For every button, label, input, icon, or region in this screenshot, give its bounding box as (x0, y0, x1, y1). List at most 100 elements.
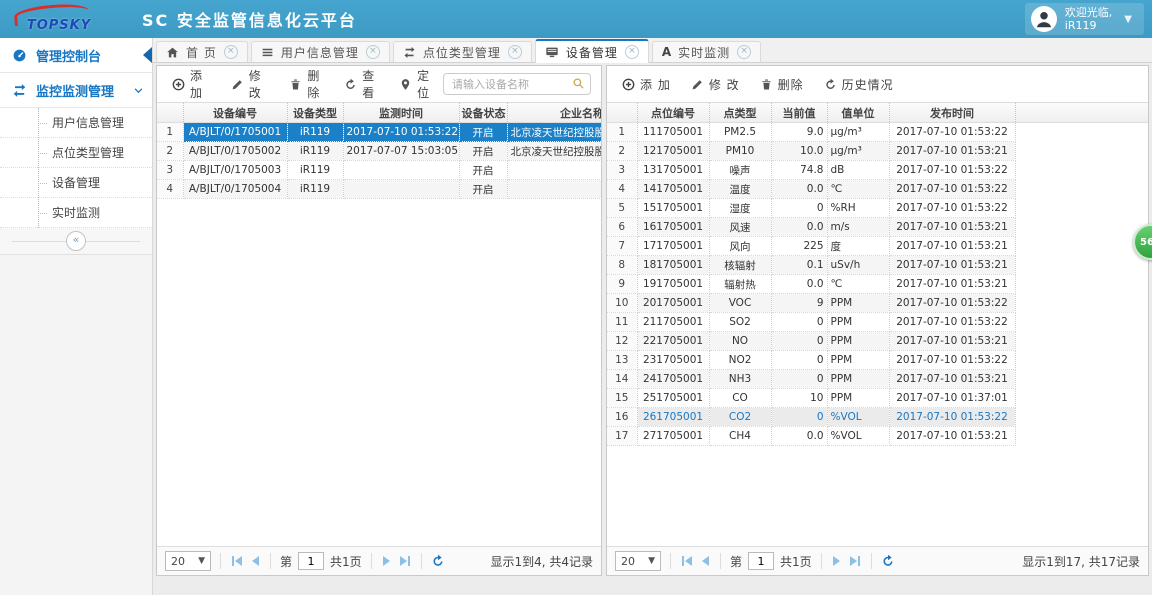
edit-button[interactable]: 修 改 (222, 66, 279, 105)
delete-icon (760, 78, 773, 91)
table-row[interactable]: 7 171705001 风向 225 度 2017-07-10 01:53:21 (607, 236, 1016, 256)
row-number: 17 (607, 426, 638, 446)
history-button[interactable]: 历史情况 (815, 72, 903, 97)
column-header[interactable]: 点类型 (709, 103, 772, 123)
add-button[interactable]: 添 加 (613, 72, 680, 97)
table-row[interactable]: 15 251705001 CO 10 PPM 2017-07-10 01:37:01 (607, 388, 1016, 408)
table-row[interactable]: 3 131705001 噪声 74.8 dB 2017-07-10 01:53:22 (607, 160, 1016, 180)
page-size-select[interactable]: 20 ▼ (165, 551, 211, 571)
table-row[interactable]: 2 121705001 PM10 10.0 μg/m³ 2017-07-10 01:53:… (607, 141, 1016, 161)
last-page-button[interactable] (848, 554, 862, 568)
column-header[interactable]: 设备状态 (459, 103, 508, 123)
next-page-button[interactable] (831, 554, 842, 568)
sidebar-item-user-info[interactable]: 用户信息管理 (0, 108, 152, 138)
tab-close-icon[interactable]: × (624, 45, 639, 59)
user-menu[interactable]: 欢迎光临, iR119 ▼ (1024, 3, 1144, 35)
device-toolbar: 添 加 修 改 删除 查看 定位 (157, 66, 601, 103)
tab-realtime-monitor[interactable]: A 实时监测 × (651, 41, 762, 62)
tab-close-icon[interactable]: × (737, 45, 752, 59)
table-cell: 核辐射 (709, 255, 772, 275)
delete-button[interactable]: 删除 (280, 66, 333, 105)
table-cell: 2017-07-10 01:53:21 (889, 141, 1016, 161)
table-row[interactable]: 11 211705001 SO2 0 PPM 2017-07-10 01:53:22 (607, 312, 1016, 332)
table-row[interactable]: 1 A/BJLT/0/1705001 iR119 2017-07-10 01:53:2… (157, 122, 601, 142)
row-number: 11 (607, 312, 638, 332)
font-a-icon: A (661, 45, 672, 59)
column-header[interactable]: 设备类型 (287, 103, 344, 123)
table-cell: 2017-07-10 01:53:22 (343, 122, 460, 142)
column-header[interactable]: 发布时间 (889, 103, 1016, 123)
tab-device-mgmt[interactable]: 设备管理 × (534, 39, 649, 63)
table-cell: 251705001 (637, 388, 710, 408)
tab-user-info-mgmt[interactable]: 用户信息管理 × (250, 41, 390, 62)
points-pagination: 20▼ 第 共1页 (607, 546, 1148, 575)
search-icon[interactable] (572, 77, 585, 90)
table-cell: 0 (771, 407, 828, 427)
table-cell: 74.8 (771, 160, 828, 180)
add-button[interactable]: 添 加 (163, 66, 220, 105)
edit-button[interactable]: 修 改 (682, 72, 749, 97)
tab-close-icon[interactable]: × (507, 45, 522, 59)
table-row[interactable]: 9 191705001 辐射热 0.0 ℃ 2017-07-10 01:53:21 (607, 274, 1016, 294)
column-header[interactable]: 值单位 (827, 103, 890, 123)
table-row[interactable]: 8 181705001 核辐射 0.1 uSv/h 2017-07-10 01:53:21 (607, 255, 1016, 275)
sidebar-item-console[interactable]: 管理控制台 (0, 38, 152, 73)
table-row[interactable]: 2 A/BJLT/0/1705002 iR119 2017-07-07 15:03:0… (157, 141, 601, 161)
tab-close-icon[interactable]: × (365, 45, 380, 59)
table-row[interactable]: 5 151705001 湿度 0 %RH 2017-07-10 01:53:22 (607, 198, 1016, 218)
view-button[interactable]: 查看 (335, 66, 388, 105)
first-page-button[interactable] (230, 554, 244, 568)
tab-home[interactable]: 首 页 × (156, 41, 248, 62)
table-cell: 0.1 (771, 255, 828, 275)
device-panel: 添 加修 改删除查看定位 设备编号设备类型监测时间设备状态企业名称1A/BJLT… (156, 65, 602, 576)
table-row[interactable]: 14 241705001 NH3 0 PPM 2017-07-10 01:53:21 (607, 369, 1016, 389)
table-cell: 191705001 (637, 274, 710, 294)
table-row[interactable]: 4 A/BJLT/0/1705004 iR119 开启 (157, 179, 601, 199)
table-row[interactable]: 12 221705001 NO 0 PPM 2017-07-10 01:53:21 (607, 331, 1016, 351)
page-number-input[interactable] (748, 552, 775, 570)
table-cell: iR119 (287, 179, 344, 199)
last-page-button[interactable] (398, 554, 412, 568)
delete-button[interactable]: 删除 (751, 72, 813, 97)
table-cell: 131705001 (637, 160, 710, 180)
table-row[interactable]: 3 A/BJLT/0/1705003 iR119 开启 (157, 160, 601, 180)
prev-page-button[interactable] (700, 554, 711, 568)
table-row[interactable]: 16 261705001 CO2 0 %VOL 2017-07-10 01:53:22 (607, 407, 1016, 427)
table-row[interactable]: 6 161705001 风速 0.0 m/s 2017-07-10 01:53:21 (607, 217, 1016, 237)
search-input[interactable] (443, 73, 591, 95)
locate-button[interactable]: 定位 (390, 66, 443, 105)
table-cell: 开启 (459, 141, 508, 161)
page-title: SC 安全监管信息化云平台 (142, 11, 357, 30)
table-cell: 2017-07-10 01:37:01 (889, 388, 1016, 408)
table-row[interactable]: 1 111705001 PM2.5 9.0 μg/m³ 2017-07-10 01:53:… (607, 122, 1016, 142)
sidebar-item-realtime[interactable]: 实时监测 (0, 198, 152, 228)
table-cell: 开启 (459, 179, 508, 199)
first-page-button[interactable] (680, 554, 694, 568)
column-header[interactable]: 点位编号 (637, 103, 710, 123)
tab-close-icon[interactable]: × (223, 45, 238, 59)
sidebar-item-point-type[interactable]: 点位类型管理 (0, 138, 152, 168)
sidebar-item-monitor-group[interactable]: 监控监测管理 (0, 73, 152, 108)
next-page-button[interactable] (381, 554, 392, 568)
refresh-icon[interactable] (431, 554, 445, 568)
column-header[interactable]: 监测时间 (343, 103, 460, 123)
sidebar-collapse[interactable]: « (0, 228, 152, 255)
column-header[interactable]: 企业名称 (507, 103, 601, 123)
table-row[interactable]: 17 271705001 CH4 0.0 %VOL 2017-07-10 01:53:21 (607, 426, 1016, 446)
table-cell: PPM (827, 388, 890, 408)
row-number: 1 (607, 122, 638, 142)
refresh-icon[interactable] (881, 554, 895, 568)
sidebar-item-device[interactable]: 设备管理 (0, 168, 152, 198)
page-size-select[interactable]: 20 ▼ (615, 551, 661, 571)
column-header[interactable]: 当前值 (771, 103, 828, 123)
table-row[interactable]: 10 201705001 VOC 9 PPM 2017-07-10 01:53:22 (607, 293, 1016, 313)
sidebar-item-label: 监控监测管理 (36, 84, 115, 100)
row-number: 12 (607, 331, 638, 351)
table-row[interactable]: 13 231705001 NO2 0 PPM 2017-07-10 01:53:22 (607, 350, 1016, 370)
table-row[interactable]: 4 141705001 温度 0.0 ℃ 2017-07-10 01:53:22 (607, 179, 1016, 199)
table-cell: PPM (827, 312, 890, 332)
prev-page-button[interactable] (250, 554, 261, 568)
page-number-input[interactable] (298, 552, 325, 570)
column-header[interactable]: 设备编号 (183, 103, 288, 123)
tab-point-type-mgmt[interactable]: 点位类型管理 × (392, 41, 532, 62)
